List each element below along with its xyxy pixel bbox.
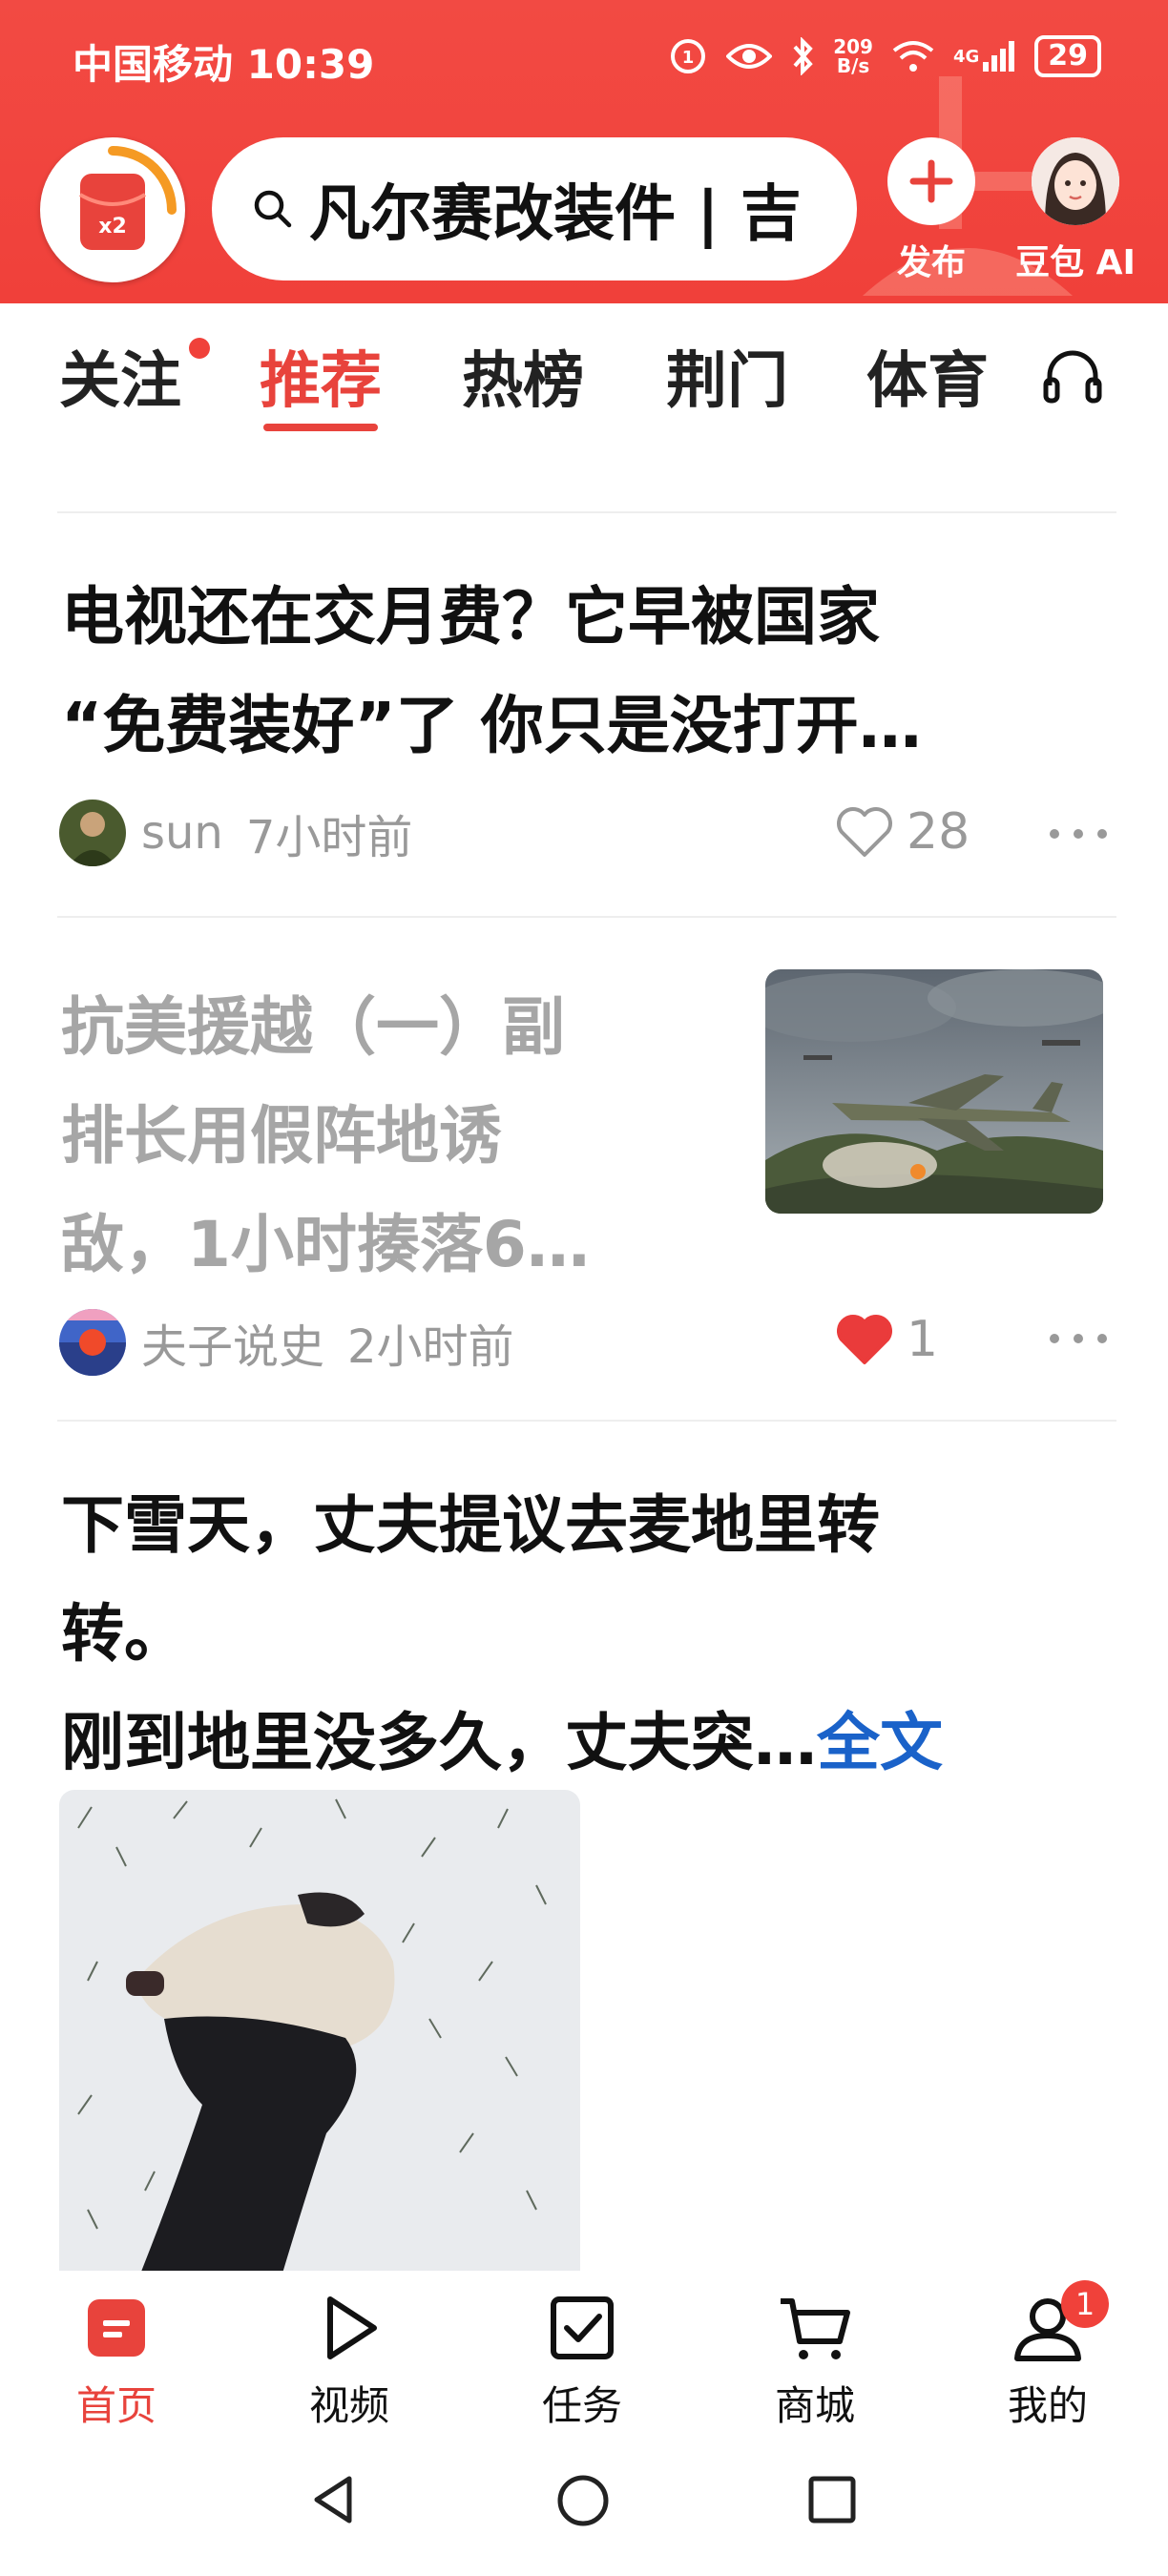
- full-text-link[interactable]: 全文: [817, 1706, 943, 1779]
- nav-profile[interactable]: 1 我的: [971, 2280, 1124, 2432]
- home-icon: [88, 2299, 145, 2357]
- search-hint: 凡尔赛改装件 | 吉: [309, 179, 802, 250]
- publish-label: 发布: [896, 243, 966, 282]
- system-navigation: [0, 2442, 1168, 2576]
- active-tab-indicator: [263, 424, 378, 431]
- cellular-signal-icon: 4G: [953, 39, 1015, 73]
- like-button[interactable]: 1: [836, 1311, 938, 1368]
- cart-icon: [781, 2298, 850, 2359]
- like-button[interactable]: 28: [836, 803, 970, 861]
- svg-text:1: 1: [682, 48, 695, 68]
- nav-video[interactable]: 视频: [273, 2290, 426, 2432]
- nav-profile-label: 我的: [1007, 2382, 1088, 2429]
- search-icon: [254, 190, 292, 228]
- tab-sports[interactable]: 体育: [866, 332, 989, 420]
- fighter-jet-image: [765, 969, 1103, 1214]
- new-content-dot: [189, 338, 210, 359]
- article-title[interactable]: 电视还在交月费？它早被国家 “免费装好”了 你只是没打开…: [61, 563, 922, 780]
- nav-tasks[interactable]: 任务: [506, 2290, 658, 2432]
- tab-local[interactable]: 荆门: [666, 332, 788, 420]
- heart-outline-icon: [837, 807, 892, 857]
- author-avatar[interactable]: [59, 800, 126, 866]
- eye-icon: [726, 39, 773, 73]
- like-count: 28: [907, 803, 970, 861]
- notification-badge: 1: [1061, 2280, 1109, 2328]
- article-image[interactable]: [59, 1790, 580, 2271]
- hd-call-icon: 1: [669, 37, 707, 75]
- recents-icon[interactable]: [807, 2475, 857, 2524]
- plus-icon: [887, 137, 975, 225]
- doubao-ai-button[interactable]: 豆包 AI: [1013, 137, 1137, 284]
- red-envelope-icon: x2: [78, 146, 177, 250]
- checkbox-icon: [551, 2296, 614, 2359]
- article-thumbnail[interactable]: [765, 969, 1103, 1214]
- tab-recommended[interactable]: 推荐: [260, 332, 382, 420]
- tab-trending[interactable]: 热榜: [462, 332, 584, 420]
- article-title[interactable]: 抗美援越（一）副 排长用假阵地诱 敌，1小时揍落6…: [61, 973, 590, 1299]
- nav-tasks-label: 任务: [541, 2382, 622, 2429]
- net-speed: 209 B/s: [833, 35, 873, 77]
- search-bar[interactable]: 凡尔赛改装件 | 吉: [212, 137, 857, 280]
- feed-divider: [57, 1420, 1116, 1422]
- publish-time: 2小时前: [347, 1320, 514, 1374]
- nav-mall-label: 商城: [774, 2382, 855, 2429]
- ai-avatar-icon: [1032, 137, 1119, 225]
- app-header: 中国移动 10:39 1 209 B/s 4G 29 x2 凡尔赛改装件 | 吉…: [0, 0, 1168, 303]
- more-options-icon[interactable]: [1050, 1334, 1107, 1343]
- bottom-navigation: 首页 视频 任务 商城 1 我的: [0, 2271, 1168, 2442]
- feed-divider: [57, 511, 1116, 513]
- wifi-icon: [892, 39, 934, 73]
- more-options-icon[interactable]: [1050, 829, 1107, 839]
- author-name[interactable]: 夫子说史: [141, 1309, 324, 1376]
- play-icon: [327, 2296, 377, 2359]
- status-icons: 1 209 B/s 4G 29: [669, 32, 1101, 80]
- tab-following[interactable]: 关注: [59, 332, 181, 420]
- author-avatar[interactable]: [59, 1309, 126, 1376]
- article-meta: 夫子说史 2小时前: [59, 1309, 514, 1376]
- news-feed[interactable]: 电视还在交月费？它早被国家 “免费装好”了 你只是没打开… sun 7小时前 2…: [0, 401, 1168, 2271]
- nav-home[interactable]: 首页: [40, 2290, 193, 2432]
- svg-text:x2: x2: [98, 215, 127, 239]
- publish-time: 7小时前: [245, 811, 413, 864]
- nav-home-label: 首页: [75, 2382, 156, 2429]
- battery-level: 29: [1034, 35, 1101, 77]
- article-meta: sun 7小时前: [59, 800, 412, 866]
- status-bar: 中国移动 10:39 1 209 B/s 4G 29: [0, 0, 1168, 114]
- like-count: 1: [907, 1311, 939, 1368]
- person-lying-in-snow-image: [59, 1790, 580, 2271]
- heart-filled-icon: [837, 1315, 892, 1364]
- publish-button[interactable]: 发布: [874, 137, 989, 284]
- back-icon[interactable]: [307, 2473, 361, 2526]
- author-name[interactable]: sun: [141, 806, 223, 860]
- article-title[interactable]: 下雪天，丈夫提议去麦地里转 转。 刚到地里没多久，丈夫突…全文: [61, 1471, 943, 1797]
- nav-mall[interactable]: 商城: [739, 2290, 891, 2432]
- feed-divider: [57, 916, 1116, 918]
- ai-label: 豆包 AI: [1015, 243, 1136, 282]
- app-logo[interactable]: x2: [40, 137, 185, 282]
- bluetooth-icon: [791, 37, 814, 75]
- nav-video-label: 视频: [308, 2382, 389, 2429]
- carrier-time: 中国移动 10:39: [73, 41, 375, 88]
- headphones-icon[interactable]: [1038, 342, 1107, 410]
- home-circle-icon[interactable]: [555, 2473, 611, 2528]
- channel-tabs: 关注 推荐 热榜 荆门 体育: [0, 303, 1168, 437]
